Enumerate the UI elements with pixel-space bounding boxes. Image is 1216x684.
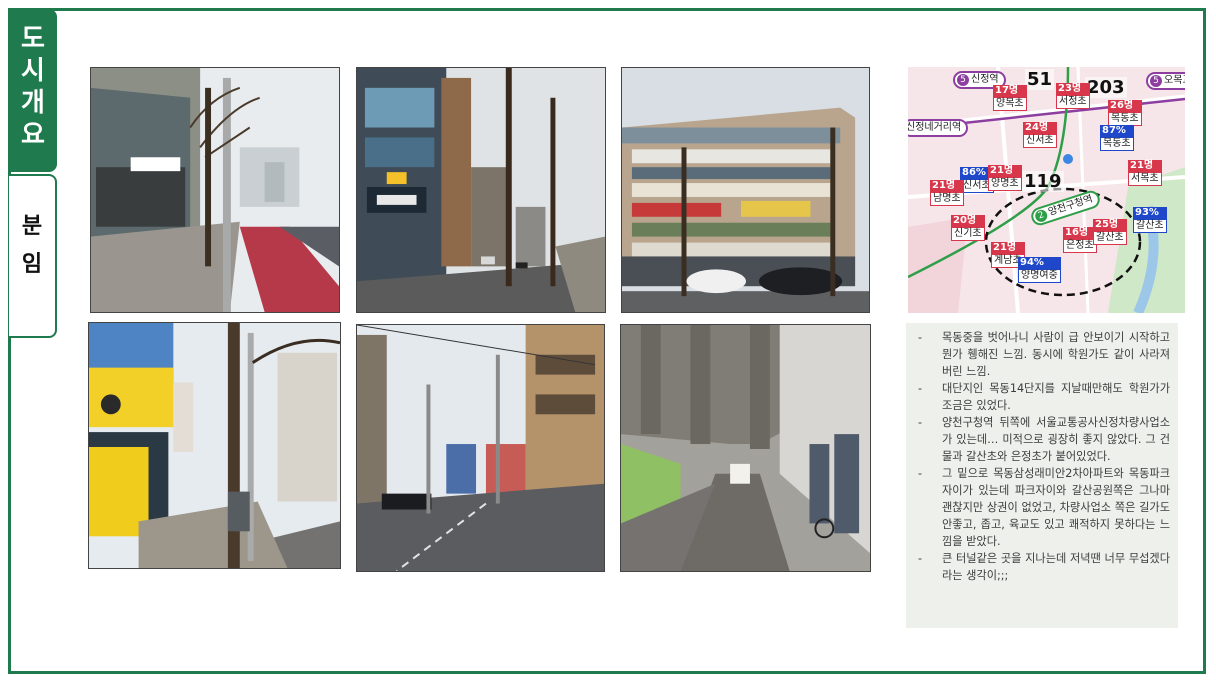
photo-coffee-shop-corner <box>88 322 341 569</box>
tab-group[interactable]: 분임 <box>9 174 57 338</box>
tab-label-char: 요 <box>21 120 45 150</box>
notes-list: - 목동중을 벗어나니 사람이 급 안보이기 시작하고 뭔가 휑해진 느낌. 동시… <box>914 329 1170 584</box>
photo-commercial-building <box>621 67 870 313</box>
street-photo-icon <box>357 68 605 312</box>
school-tag: 16명 은정초 <box>1063 227 1097 253</box>
tab-label-char: 시 <box>21 56 45 86</box>
school-tag: 87% 목동초 <box>1100 125 1134 151</box>
station-omokgyo: 5오목교 <box>1146 72 1185 90</box>
street-photo-icon <box>621 325 870 571</box>
school-tag: 20명 신기초 <box>951 215 985 241</box>
school-tag: 26명 목동초 <box>1108 100 1142 126</box>
tab-label-char: 도 <box>21 24 45 54</box>
photo-overpass-underpass <box>620 324 871 572</box>
school-tag: 21명 양명초 <box>988 165 1022 191</box>
school-tag: 24명 신서초 <box>1023 122 1057 148</box>
school-tag: 25명 갈산초 <box>1093 219 1127 245</box>
tab-city-overview[interactable]: 도시개요 <box>9 9 57 172</box>
observation-notes: - 목동중을 벗어나니 사람이 급 안보이기 시작하고 뭔가 휑해진 느낌. 동시… <box>906 323 1178 628</box>
school-tag: 93% 갈산초 <box>1133 207 1167 233</box>
map-count-119: 119 <box>1022 171 1064 192</box>
photo-intersection <box>356 324 605 572</box>
note-item: - 양천구청역 뒤쪽에 서울교통공사신정차량사업소가 있는데… 미적으로 굉장히 … <box>918 416 1170 463</box>
street-photo-icon <box>357 325 604 571</box>
note-item: - 대단지인 목동14단지를 지날때만해도 학원가가 조금은 있었다. <box>918 382 1170 412</box>
photo-study-cafe-street <box>356 67 606 313</box>
street-photo-icon <box>91 68 339 312</box>
tab-label-char: 분 <box>21 214 43 239</box>
note-item: -큰 터널같은 곳을 지나는데 저녁땐 너무 무섭겠다라는 생각이;;; <box>918 552 1170 582</box>
school-tag: 23명 서정초 <box>1056 83 1090 109</box>
school-tag: 17명 양목초 <box>993 85 1027 111</box>
school-tag: 94% 양명여중 <box>1018 257 1061 283</box>
note-item: - 목동중을 벗어나니 사람이 급 안보이기 시작하고 뭔가 휑해진 느낌. 동시… <box>918 331 1170 378</box>
street-photo-icon <box>622 68 869 312</box>
school-district-map: 5신정역 5오목교 신정네거리역 2양천구청역 51 203 119 17명양목… <box>908 67 1185 313</box>
tab-city-overview-label: 도시개요 <box>9 23 57 151</box>
station-sinjeong-negeori: 신정네거리역 <box>908 119 969 137</box>
tab-group-label: 분임 <box>9 208 55 284</box>
school-tag: 21명 서목초 <box>1128 160 1162 186</box>
school-tag: 21명 남명초 <box>930 180 964 206</box>
tab-label-char: 개 <box>21 88 45 118</box>
map-count-203: 203 <box>1085 77 1127 98</box>
note-item: -그 밑으로 목동삼성래미안2차아파트와 목동파크자이가 있는데 파크자이와 갈… <box>918 467 1170 548</box>
tab-label-char: 임 <box>21 252 43 277</box>
street-photo-icon <box>89 323 340 568</box>
photo-street-bike-lane <box>90 67 340 313</box>
map-count-51: 51 <box>1025 69 1055 90</box>
